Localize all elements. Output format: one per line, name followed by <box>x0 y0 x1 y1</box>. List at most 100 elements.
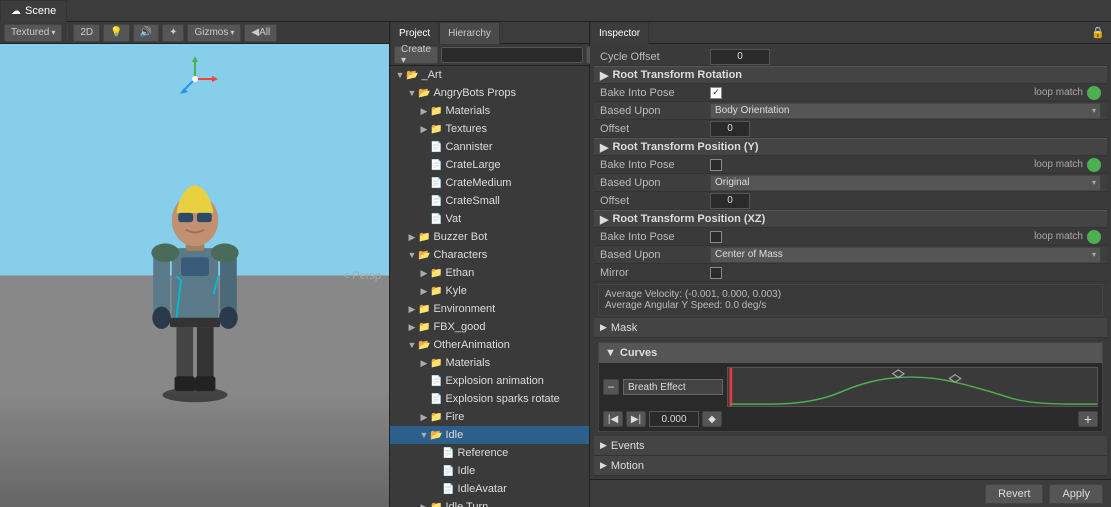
tree-item-label: CrateLarge <box>445 159 500 171</box>
tree-arrow: ▼ <box>406 250 418 260</box>
inspector-lock-button[interactable]: 🔒 <box>1085 22 1111 43</box>
tree-item-label: Idle Turn <box>445 501 488 507</box>
based-upon1-arrow: ▾ <box>1092 106 1096 115</box>
motion-arrow: ▶ <box>600 460 607 471</box>
loop-match3-dot <box>1087 230 1101 244</box>
cycle-offset-input[interactable] <box>710 49 770 65</box>
cycle-offset-row: Cycle Offset <box>594 48 1107 66</box>
tree-item-label: Idle <box>457 465 475 477</box>
based-upon1-dropdown[interactable]: Body Orientation ▾ <box>710 103 1101 119</box>
file-icon: 📄 <box>430 178 442 189</box>
tab-project[interactable]: Project <box>390 22 439 44</box>
motion-row[interactable]: ▶ Motion <box>594 456 1107 476</box>
bake-pose2-checkbox[interactable] <box>710 159 722 171</box>
tree-item-reference[interactable]: 📄Reference <box>390 444 589 462</box>
tree-item-cratemedium[interactable]: 📄CrateMedium <box>390 174 589 192</box>
loop-match2-label: loop match <box>1034 159 1083 170</box>
tree-item-fbx_good[interactable]: ▶📁FBX_good <box>390 318 589 336</box>
mask-row[interactable]: ▶ Mask <box>594 318 1107 338</box>
scene-viewport[interactable]: < Persp <box>0 44 389 507</box>
root-pos-xz-header: ▶ Root Transform Position (XZ) <box>594 210 1107 228</box>
tree-item-textures[interactable]: ▶📁Textures <box>390 120 589 138</box>
file-icon: 📄 <box>430 394 442 405</box>
tree-item-label: OtherAnimation <box>433 339 509 351</box>
tree-item-idleavatar[interactable]: 📄IdleAvatar <box>390 480 589 498</box>
curve-start-button[interactable]: |◀ <box>603 411 623 427</box>
tree-item-label: Environment <box>433 303 495 315</box>
curve-graph[interactable] <box>727 367 1098 407</box>
mirror-value <box>710 267 1101 279</box>
file-icon: 📄 <box>442 448 454 459</box>
curve-play-button[interactable]: ▶| <box>626 411 646 427</box>
tree-item-vat[interactable]: 📄Vat <box>390 210 589 228</box>
cycle-offset-value <box>710 49 1101 65</box>
project-panel: Project Hierarchy Create ▾ 🔍 ⊞ ▼📂_Art▼📂A… <box>390 22 590 507</box>
loop-match2-dot <box>1087 158 1101 172</box>
2d-button[interactable]: 2D <box>73 24 100 42</box>
tree-item-materials2[interactable]: ▶📁Materials <box>390 354 589 372</box>
curve-key-button[interactable]: ◆ <box>702 411 722 427</box>
lights-button[interactable]: 💡 <box>103 24 129 42</box>
tree-item-idle_file[interactable]: 📄Idle <box>390 462 589 480</box>
tree-item-angrybots[interactable]: ▼📂AngryBots Props <box>390 84 589 102</box>
tree-item-cratelarge[interactable]: 📄CrateLarge <box>390 156 589 174</box>
curve-name-input[interactable] <box>623 379 723 395</box>
revert-button[interactable]: Revert <box>985 484 1043 504</box>
based-upon2-dropdown[interactable]: Original ▾ <box>710 175 1101 191</box>
bake-pose3-checkbox[interactable] <box>710 231 722 243</box>
apply-button[interactable]: Apply <box>1049 484 1103 504</box>
tree-item-ethan[interactable]: ▶📁Ethan <box>390 264 589 282</box>
textured-button[interactable]: Textured ▾ <box>4 24 62 42</box>
curve-value-input[interactable] <box>649 411 699 427</box>
separator1 <box>67 25 68 41</box>
tree-arrow: ▼ <box>406 88 418 98</box>
tree-item-idleturn[interactable]: ▶📁Idle Turn <box>390 498 589 507</box>
tree-arrow: ▶ <box>418 502 430 507</box>
based-upon3-dropdown[interactable]: Center of Mass ▾ <box>710 247 1101 263</box>
create-button[interactable]: Create ▾ <box>394 46 438 64</box>
mirror-checkbox[interactable] <box>710 267 722 279</box>
folder-icon: 📂 <box>406 70 418 81</box>
tree-item-label: Idle <box>445 429 463 441</box>
loop-match1-dot <box>1087 86 1101 100</box>
tree-item-label: AngryBots Props <box>433 87 516 99</box>
curve-add-button[interactable]: + <box>1078 411 1098 427</box>
tab-scene[interactable]: ☁ Scene <box>0 0 67 22</box>
avg-velocity-text: Average Velocity: (-0.001, 0.000, 0.003) <box>605 289 1096 300</box>
tree-item-label: CrateSmall <box>445 195 499 207</box>
based-upon2-value: Original ▾ <box>710 175 1101 191</box>
tree-item-idle[interactable]: ▼📂Idle <box>390 426 589 444</box>
tab-hierarchy[interactable]: Hierarchy <box>439 22 500 44</box>
tree-item-environment[interactable]: ▶📁Environment <box>390 300 589 318</box>
filter-button[interactable]: ◀All <box>244 24 277 42</box>
tree-item-kyle[interactable]: ▶📁Kyle <box>390 282 589 300</box>
events-row[interactable]: ▶ Events <box>594 436 1107 456</box>
right-panels: Project Hierarchy Create ▾ 🔍 ⊞ ▼📂_Art▼📂A… <box>390 22 1111 507</box>
tab-inspector[interactable]: Inspector <box>590 22 649 44</box>
mirror-row: Mirror <box>594 264 1107 282</box>
folder-icon: 📂 <box>430 430 442 441</box>
fx-button[interactable]: ✦ <box>162 24 184 42</box>
tree-item-characters[interactable]: ▼📂Characters <box>390 246 589 264</box>
tree-item-otheranimation[interactable]: ▼📂OtherAnimation <box>390 336 589 354</box>
bake-pose1-checkbox[interactable] <box>710 87 722 99</box>
tree-item-label: Materials <box>445 357 490 369</box>
tree-item-art[interactable]: ▼📂_Art <box>390 66 589 84</box>
offset1-input[interactable] <box>710 121 750 137</box>
tree-item-explosion_anim[interactable]: 📄Explosion animation <box>390 372 589 390</box>
tree-item-explosion_sparks[interactable]: 📄Explosion sparks rotate <box>390 390 589 408</box>
tree-item-cannister[interactable]: 📄Cannister <box>390 138 589 156</box>
bake-pose3-label: Bake Into Pose <box>600 231 710 243</box>
offset2-input[interactable] <box>710 193 750 209</box>
tree-item-buzzerbot[interactable]: ▶📁Buzzer Bot <box>390 228 589 246</box>
folder-icon: 📂 <box>418 88 430 99</box>
curve-remove-button[interactable]: − <box>603 379 619 395</box>
tree-item-fire[interactable]: ▶📁Fire <box>390 408 589 426</box>
tree-item-cratesmall[interactable]: 📄CrateSmall <box>390 192 589 210</box>
audio-button[interactable]: 🔊 <box>133 24 159 42</box>
gizmos-button[interactable]: Gizmos ▾ <box>187 24 241 42</box>
tree-item-materials1[interactable]: ▶📁Materials <box>390 102 589 120</box>
project-search-input[interactable] <box>441 47 583 63</box>
mirror-label: Mirror <box>600 267 710 279</box>
tree-item-label: Vat <box>445 213 461 225</box>
